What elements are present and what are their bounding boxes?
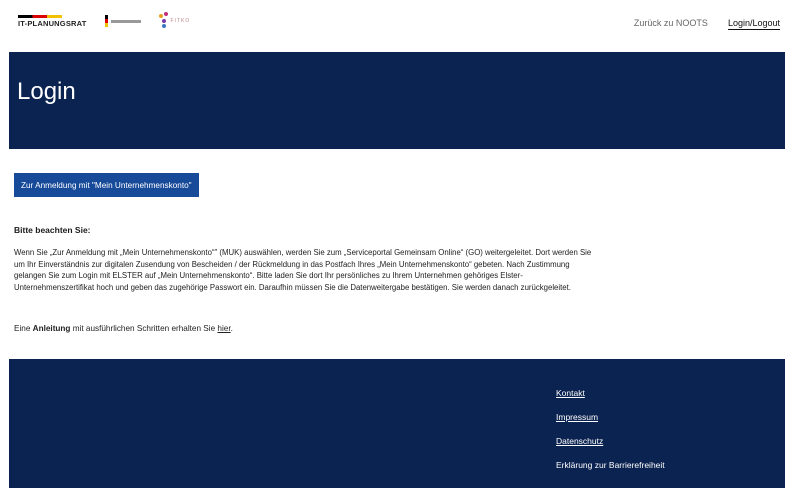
- footer-link-impressum[interactable]: Impressum: [556, 411, 665, 423]
- footer-link-kontakt[interactable]: Kontakt: [556, 387, 665, 399]
- fitko-mark-icon: [158, 12, 169, 30]
- guide-link-hier[interactable]: hier: [217, 324, 230, 333]
- fitko-logo[interactable]: FITKO: [158, 12, 191, 30]
- top-header: IT-PLANUNGSRAT FITKO Zurück zu NOOTS Log…: [0, 0, 794, 52]
- federal-eagle-flag-icon: [104, 15, 108, 27]
- footer-link-barrierefreiheit[interactable]: Erklärung zur Barrierefreiheit: [556, 459, 665, 471]
- ministry-text-mark: [110, 19, 141, 23]
- hero-banner: Login: [9, 52, 785, 149]
- federal-ministry-logo[interactable]: [104, 15, 141, 27]
- it-planungsrat-logo-text: IT-PLANUNGSRAT: [18, 18, 87, 28]
- page-footer: Kontakt Impressum Datenschutz Erklärung …: [9, 359, 785, 488]
- guide-paragraph: Eine Anleitung mit ausführlichen Schritt…: [14, 324, 233, 333]
- footer-link-datenschutz[interactable]: Datenschutz: [556, 435, 665, 447]
- login-mein-unternehmenskonto-button[interactable]: Zur Anmeldung mit "Mein Unternehmenskont…: [14, 173, 199, 197]
- it-planungsrat-logo[interactable]: IT-PLANUNGSRAT: [18, 14, 87, 28]
- fitko-logo-text: FITKO: [170, 18, 191, 24]
- top-nav: Zurück zu NOOTS Login/Logout: [634, 18, 780, 30]
- flag-stripe-icon: [18, 14, 62, 18]
- page-title: Login: [17, 78, 76, 105]
- footer-links: Kontakt Impressum Datenschutz Erklärung …: [556, 387, 665, 471]
- guide-middle: mit ausführlichen Schritten erhalten Sie: [70, 324, 218, 333]
- logo-group: IT-PLANUNGSRAT FITKO: [18, 12, 190, 30]
- notice-text: Wenn Sie „Zur Anmeldung mit „Mein Untern…: [14, 248, 592, 292]
- nav-back-to-noots[interactable]: Zurück zu NOOTS: [634, 18, 708, 30]
- nav-login-logout[interactable]: Login/Logout: [727, 18, 780, 30]
- notice-heading: Bitte beachten Sie:: [14, 225, 91, 235]
- guide-bold: Anleitung: [32, 324, 71, 333]
- guide-suffix: .: [230, 324, 233, 333]
- guide-prefix: Eine: [14, 324, 33, 333]
